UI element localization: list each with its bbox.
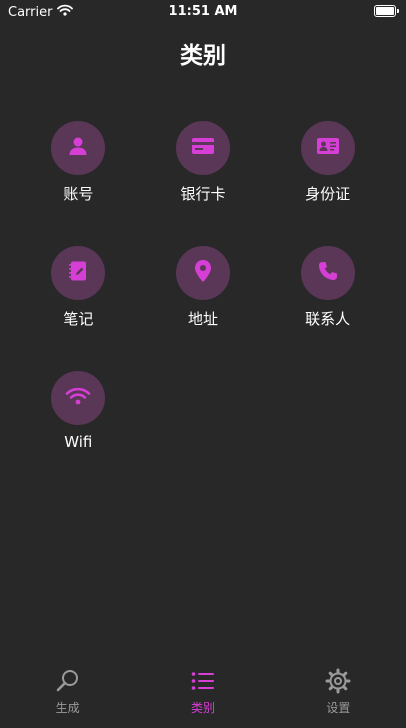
- category-address[interactable]: 地址: [141, 246, 266, 353]
- category-icon-circle: [51, 246, 106, 300]
- category-icon-circle: [300, 246, 355, 300]
- category-label: 账号: [63, 185, 94, 203]
- notebook-icon: [67, 260, 89, 286]
- id-card-icon: [316, 137, 340, 159]
- tab-generate[interactable]: 生成: [0, 662, 135, 728]
- battery-fill: [376, 7, 394, 15]
- tab-label: 设置: [326, 701, 351, 715]
- category-contacts[interactable]: 联系人: [265, 246, 390, 353]
- magnifier-icon: [53, 666, 83, 696]
- tab-bar: 生成 类别 设置: [0, 662, 406, 728]
- gear-icon: [323, 666, 353, 696]
- category-account[interactable]: 账号: [16, 121, 141, 228]
- tab-label: 类别: [190, 701, 215, 715]
- category-wifi[interactable]: Wifi: [16, 371, 141, 478]
- category-notes[interactable]: 笔记: [16, 246, 141, 353]
- person-icon: [67, 135, 89, 161]
- page-title: 类别: [180, 43, 226, 69]
- status-bar: Carrier 11:51 AM: [0, 0, 406, 24]
- category-label: 身份证: [305, 185, 351, 203]
- phone-icon: [317, 260, 339, 286]
- tab-label: 生成: [55, 701, 80, 715]
- tab-categories[interactable]: 类别: [135, 662, 270, 728]
- category-grid: 账号 银行卡 身份证 笔记 地址 联系人 Wifi: [16, 121, 390, 478]
- battery-icon: [374, 5, 399, 17]
- category-label: 笔记: [63, 310, 94, 328]
- category-label: 地址: [187, 310, 218, 328]
- category-label: Wifi: [64, 433, 93, 451]
- category-bank-card[interactable]: 银行卡: [141, 121, 266, 228]
- category-icon-circle: [51, 371, 106, 425]
- category-label: 银行卡: [180, 185, 226, 203]
- category-icon-circle: [175, 246, 230, 300]
- category-icon-circle: [300, 121, 355, 175]
- wifi-icon: [65, 386, 91, 410]
- credit-card-icon: [191, 137, 215, 159]
- category-icon-circle: [51, 121, 106, 175]
- category-id-card[interactable]: 身份证: [265, 121, 390, 228]
- category-label: 联系人: [305, 310, 351, 328]
- location-pin-icon: [193, 259, 213, 287]
- category-icon-circle: [175, 121, 230, 175]
- tab-settings[interactable]: 设置: [271, 662, 406, 728]
- list-icon: [188, 666, 218, 696]
- status-time: 11:51 AM: [168, 4, 238, 19]
